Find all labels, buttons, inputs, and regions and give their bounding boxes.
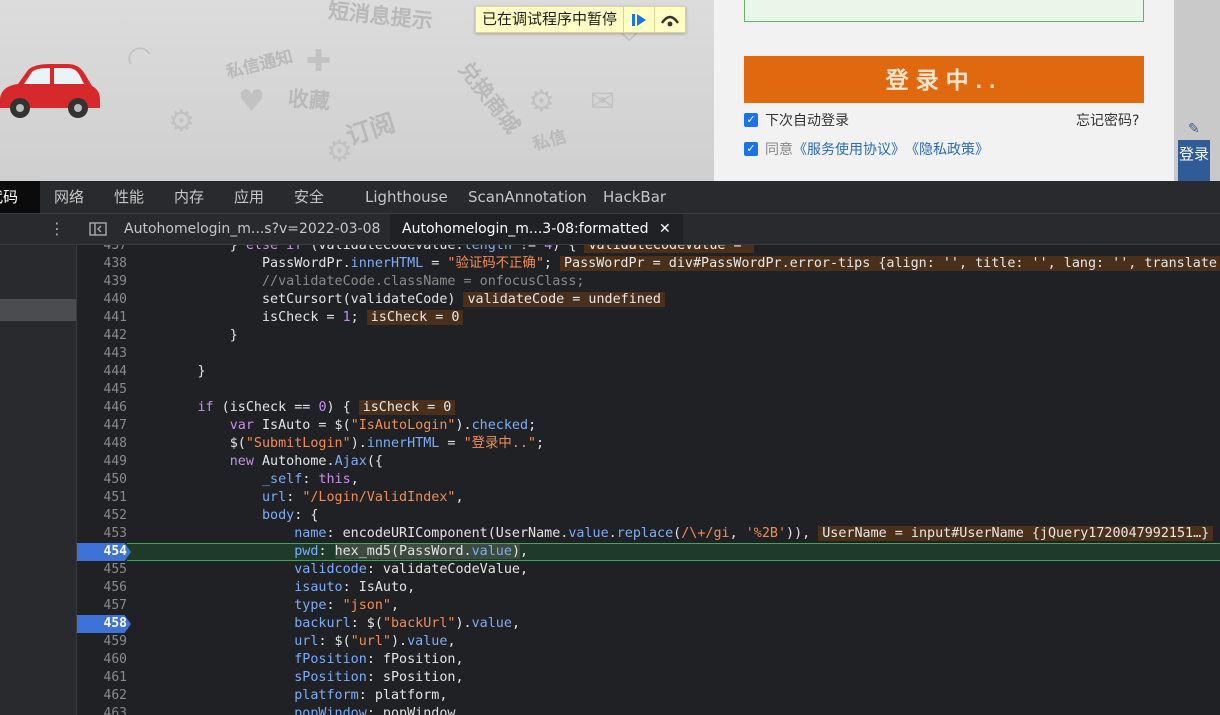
forgot-password-link[interactable]: 忘记密码? [1076, 110, 1139, 130]
auto-login-label: 下次自动登录 [765, 113, 849, 129]
agree-checkbox[interactable]: ✓ [744, 142, 758, 156]
navigator-selected-item[interactable] [0, 299, 76, 321]
code-line: 460 fPosition: fPosition, [103, 652, 464, 667]
wifi-icon: ◠ [119, 35, 160, 80]
code-line: 437 } else if (validateCodeValue.length … [77, 245, 1220, 255]
editor-file-tabs: ⋮ Autohomelogin_m...s?v=2022-03-08 Autoh… [0, 214, 1220, 245]
code-line: 438 PassWordPr.innerHTML = "验证码不正确"; Pass… [77, 255, 1220, 273]
code-line: 462 platform: platform, [103, 688, 448, 703]
deco-text: 收藏 [287, 86, 331, 114]
code-line-execution[interactable]: 454 pwd: hex_md5(PassWord.value), [77, 543, 1220, 561]
resume-button[interactable] [623, 7, 654, 32]
devtools-main-tabs: 代码 网络 性能 内存 应用 安全 Lighthouse ScanAnnotat… [0, 181, 1220, 214]
code-line: 448 $("SubmitLogin").innerHTML = "登录中.."… [103, 436, 545, 451]
code-line: 459 url: $("url").value, [103, 634, 456, 649]
agree-prefix: 同意 [765, 142, 793, 158]
step-over-button[interactable] [654, 7, 685, 32]
deco-text: 兑换商城 [453, 57, 525, 139]
code-line: 443 [103, 346, 127, 361]
tab-application[interactable]: 应用 [234, 181, 264, 213]
tab-performance[interactable]: 性能 [114, 181, 144, 213]
terms-link[interactable]: 《服务使用协议》 [793, 139, 905, 159]
deco-text: 私信通知 [224, 46, 296, 83]
step-over-icon [661, 15, 680, 26]
auto-login-checkbox[interactable]: ✓ [744, 113, 758, 127]
submit-login-button[interactable]: 登录中.. [744, 56, 1144, 103]
tab-security[interactable]: 安全 [294, 181, 324, 213]
code-line: 446 if (isCheck == 0) {isCheck = 0 [77, 399, 1220, 417]
code-line: 441 isCheck = 1; isCheck = 0 [77, 309, 1220, 327]
tab-memory[interactable]: 内存 [174, 181, 204, 213]
code-line: 449 new Autohome.Ajax({ [103, 454, 383, 469]
pencil-icon[interactable]: ✎ [1188, 121, 1200, 137]
code-line: 439 //validateCode.className = onfocusCl… [103, 274, 585, 289]
tab-sources[interactable]: 代码 [0, 181, 40, 213]
code-line: 453 name: encodeURIComponent(UserName.va… [77, 525, 1220, 543]
close-icon[interactable]: ✕ [659, 221, 671, 237]
gamepad-icon: ✚ [306, 44, 332, 79]
code-line: 451 url: "/Login/ValidIndex", [103, 490, 464, 505]
toggle-navigator-button[interactable] [89, 214, 109, 244]
debugger-paused-banner: 已在调试程序中暂停 [475, 6, 687, 33]
code-editor: 437 } else if (validateCodeValue.length … [77, 245, 1220, 715]
tab-lighthouse[interactable]: Lighthouse [365, 181, 448, 213]
envelope-icon: ✉ [590, 84, 616, 119]
login-panel: 登录中.. ✓ 下次自动登录 忘记密码? ✓ 同意 《服务使用协议》 《隐私政策… [714, 0, 1174, 181]
code-line: 455 validcode: validateCodeValue, [103, 562, 529, 577]
sidebar-toggle-icon [89, 222, 107, 236]
auto-login-row: ✓ 下次自动登录 [744, 110, 849, 130]
tab-network[interactable]: 网络 [54, 181, 84, 213]
side-login-tab[interactable]: 登录 [1178, 140, 1210, 181]
heart-icon: ♥ [238, 84, 265, 119]
deco-text: 短消息提示 [326, 0, 434, 34]
gear-icon: ⚙ [326, 134, 353, 169]
more-options-icon[interactable]: ⋮ [49, 214, 65, 244]
code-line: 445 [103, 382, 127, 397]
code-line: 456 isauto: IsAuto, [103, 580, 416, 595]
car-icon [0, 64, 100, 118]
code-line: 450 _self: this, [103, 472, 359, 487]
agree-row: ✓ 同意 《服务使用协议》 《隐私政策》 [744, 139, 989, 159]
file-tab[interactable]: Autohomelogin_m...s?v=2022-03-08 [124, 214, 380, 244]
paused-message: 已在调试程序中暂停 [482, 10, 618, 28]
code-line: 440 setCursort(validateCode) validateCode… [77, 291, 1220, 309]
code-line: 442 } [103, 328, 238, 343]
devtools-panel: 代码 网络 性能 内存 应用 安全 Lighthouse ScanAnnotat… [0, 181, 1220, 715]
code-line[interactable]: 458 backurl: $("backUrl").value, [77, 615, 1220, 633]
code-line: 452 body: { [103, 508, 319, 523]
code-line: 463 popWindow: popWindow, [103, 706, 464, 715]
gear-icon: ⚙ [168, 104, 195, 139]
file-tab-label: Autohomelogin_m...3-08:formatted [402, 221, 649, 237]
code-line: 457 type: "json", [103, 598, 400, 613]
resume-icon [632, 13, 647, 26]
web-page: 短消息提示 私信通知 收藏 订阅 兑换商城 私信 ⚙ ⚙ ⚙ ♥ ✉ ◠ ⛉ ✚… [0, 0, 1220, 181]
tab-hackbar[interactable]: HackBar [603, 181, 666, 213]
file-navigator [0, 245, 77, 715]
code-line: 447 var IsAuto = $("IsAutoLogin").checke… [103, 418, 537, 433]
side-strip: ✎ 登录 [1174, 0, 1220, 181]
code-line: 461 sPosition: sPosition, [103, 670, 464, 685]
gear-icon: ⚙ [528, 84, 555, 119]
tab-scanannotation[interactable]: ScanAnnotation [468, 181, 587, 213]
file-tab-active[interactable]: Autohomelogin_m...3-08:formatted ✕ [390, 214, 683, 244]
code-line: 444 } [103, 364, 206, 379]
privacy-link[interactable]: 《隐私政策》 [905, 139, 989, 159]
verify-success-box [744, 0, 1144, 22]
deco-text: 私信 [530, 126, 569, 156]
